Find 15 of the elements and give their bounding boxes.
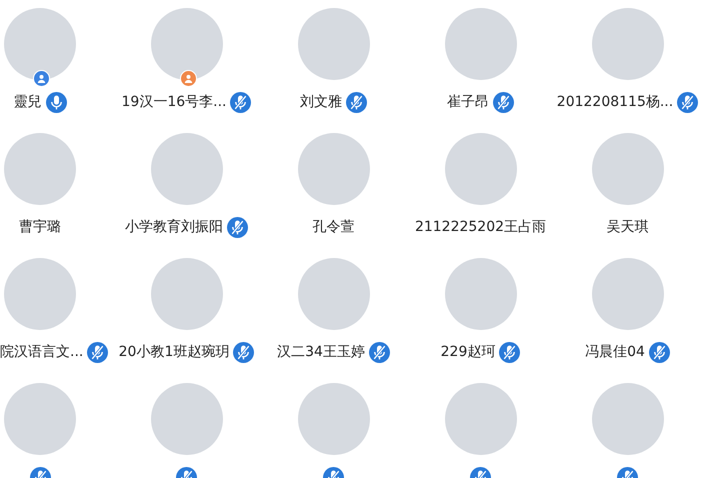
member-name: 19汉一16号李...: [122, 93, 226, 111]
member-name: 229赵珂: [440, 343, 496, 361]
member-name: 吴天琪: [606, 218, 648, 236]
member-name: 曹宇璐: [19, 218, 61, 236]
member-name: 2112225202王占雨: [414, 218, 546, 236]
member-name: 小学教育刘振阳: [125, 218, 223, 236]
member-name: 刘文雅: [300, 93, 342, 111]
member-name: 20小教1班赵琬玥: [118, 343, 230, 361]
member-name: 院汉语言文...: [0, 343, 84, 361]
member-name: 孔令萱: [312, 218, 354, 236]
member-name: 汉二34王玉婷: [277, 343, 365, 361]
member-name: 崔子昂: [447, 93, 489, 111]
member-name: 冯晨佳04: [585, 343, 645, 361]
member-name: 2012208115杨...: [556, 93, 674, 111]
member-name: 靈兒: [14, 93, 42, 111]
